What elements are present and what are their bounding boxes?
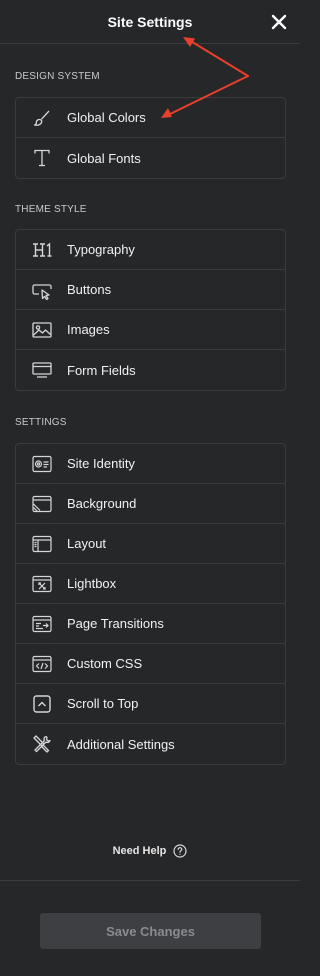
menu-item-global-fonts[interactable]: Global Fonts — [16, 138, 285, 178]
design-system-group: Global Colors Global Fonts — [15, 97, 286, 179]
menu-item-label: Scroll to Top — [67, 696, 139, 711]
annotation-arrow-line-upper — [188, 39, 249, 77]
menu-item-label: Global Fonts — [67, 150, 141, 166]
menu-item-layout[interactable]: Layout — [16, 524, 285, 564]
section-label-design-system: DESIGN SYSTEM — [15, 71, 100, 82]
menu-item-label: Buttons — [67, 282, 112, 297]
menu-item-scroll-to-top[interactable]: Scroll to Top — [16, 684, 285, 724]
button-icon — [31, 279, 53, 301]
menu-item-lightbox[interactable]: Lightbox — [16, 564, 285, 604]
background-icon — [31, 493, 53, 515]
menu-item-custom-css[interactable]: Custom CSS — [16, 644, 285, 684]
site-identity-icon — [31, 453, 53, 475]
menu-item-global-colors[interactable]: Global Colors — [16, 98, 285, 138]
menu-item-label: Typography — [67, 242, 135, 257]
font-icon — [31, 147, 53, 169]
menu-item-label: Form Fields — [67, 362, 136, 378]
menu-item-label: Custom CSS — [67, 656, 143, 671]
code-icon — [31, 653, 53, 675]
settings-group: Site Identity Background Layout Lightbox… — [15, 443, 286, 765]
menu-item-background[interactable]: Background — [16, 484, 285, 524]
menu-item-label: Page Transitions — [67, 616, 164, 631]
lightbox-icon — [31, 573, 53, 595]
image-icon — [31, 319, 53, 341]
menu-item-label: Images — [67, 322, 110, 337]
section-label-settings: SETTINGS — [15, 417, 67, 428]
menu-item-label: Site Identity — [67, 456, 135, 471]
theme-style-group: Typography Buttons Images Form Fields — [15, 229, 286, 391]
need-help-label: Need Help — [112, 845, 167, 857]
menu-item-page-transitions[interactable]: Page Transitions — [16, 604, 285, 644]
close-button[interactable] — [268, 11, 290, 33]
tools-icon — [31, 733, 53, 755]
menu-item-typography[interactable]: Typography — [16, 230, 285, 270]
menu-item-label: Additional Settings — [67, 736, 175, 752]
scroll-top-icon — [31, 693, 53, 715]
need-help-link[interactable]: Need Help — [0, 842, 300, 860]
menu-item-site-identity[interactable]: Site Identity — [16, 444, 285, 484]
panel-footer: Save Changes — [0, 880, 300, 976]
menu-item-additional-settings[interactable]: Additional Settings — [16, 724, 285, 764]
panel-header: Site Settings — [0, 0, 300, 44]
menu-item-form-fields[interactable]: Form Fields — [16, 350, 285, 390]
layout-icon — [31, 533, 53, 555]
menu-item-label: Lightbox — [67, 576, 117, 591]
menu-item-buttons[interactable]: Buttons — [16, 270, 285, 310]
menu-item-images[interactable]: Images — [16, 310, 285, 350]
menu-item-label: Global Colors — [67, 110, 146, 125]
menu-item-label: Layout — [67, 536, 107, 551]
close-icon — [271, 14, 287, 30]
page-transitions-icon — [31, 613, 53, 635]
save-changes-button[interactable]: Save Changes — [40, 913, 261, 949]
brush-icon — [31, 107, 53, 129]
form-field-icon — [31, 359, 53, 381]
section-label-theme-style: THEME STYLE — [15, 204, 87, 215]
help-icon — [173, 844, 187, 858]
menu-item-label: Background — [67, 496, 137, 511]
panel-title: Site Settings — [107, 13, 193, 30]
heading-icon — [31, 239, 53, 261]
